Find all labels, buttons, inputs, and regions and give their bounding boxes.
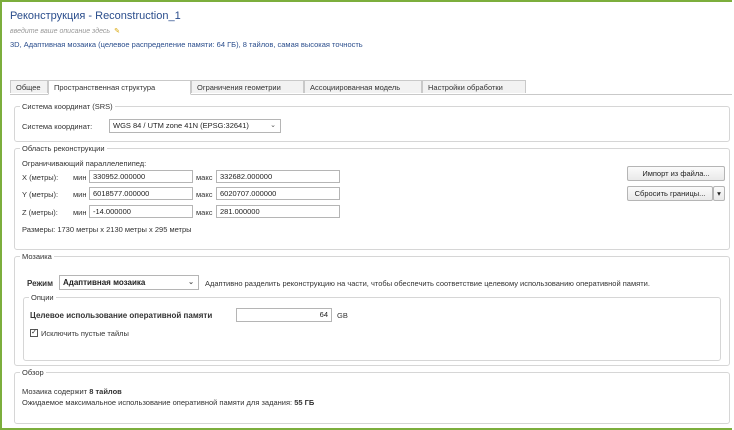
srs-group: Система координат (SRS) Система координа… [14,102,730,142]
chevron-down-icon: ⌄ [188,279,194,286]
tab-spatial-framework[interactable]: Пространственная структура [48,80,191,95]
target-memory-label: Целевое использование оперативной памяти [30,311,213,320]
srs-label: Система координат: [22,122,93,131]
x-min-input[interactable]: 330952.000000 [89,170,193,183]
y-min-input[interactable]: 6018577.000000 [89,187,193,200]
memory-value: 55 ГБ [294,398,315,407]
discard-empty-label[interactable]: Исключить пустые тайлы [41,329,129,338]
y-max-input[interactable]: 6020707.000000 [216,187,340,200]
area-group-label: Область реконструкции [20,144,107,153]
options-group-label: Опции [29,293,56,302]
tiling-group-label: Мозаика [20,252,54,261]
dimensions-text: Размеры: 1730 метры x 2130 метры x 295 м… [22,225,192,234]
z-axis-label: Z (метры): [22,208,58,217]
x-min-label: мин [73,173,87,182]
expected-memory-text: Ожидаемое максимальное использование опе… [22,398,314,407]
options-group: Опции Целевое использование оперативной … [23,293,721,361]
reset-bounds-button[interactable]: Сбросить границы... [627,186,713,201]
z-max-label: макс [196,208,213,217]
discard-empty-checkbox[interactable]: ✓ [30,329,38,337]
tiling-mode-value: Адаптивная мозаика [63,278,146,287]
z-min-label: мин [73,208,87,217]
tab-geometry-constraints[interactable]: Ограничения геометрии [191,80,304,93]
reconstruction-area-group: Область реконструкции Ограничивающий пар… [14,144,730,250]
description-field[interactable]: введите ваше описание здесь ✎ [10,27,724,35]
target-memory-input[interactable]: 64 [236,308,332,322]
srs-select[interactable]: WGS 84 / UTM zone 41N (EPSG:32641) ⌄ [109,119,281,133]
tab-bar: Общее Пространственная структура Огранич… [10,80,732,95]
tiling-mode-select[interactable]: Адаптивная мозаика ⌄ [59,275,199,290]
tiling-mode-description: Адаптивно разделить реконструкцию на час… [205,279,650,288]
mode-label: Режим [27,279,53,288]
x-axis-label: X (метры): [22,173,59,182]
reset-bounds-dropdown[interactable]: ▾ [713,186,725,201]
bbox-label: Ограничивающий параллелепипед: [22,159,147,168]
reconstruction-summary: 3D, Адаптивная мозаика (целевое распреде… [10,40,363,49]
memory-prefix: Ожидаемое максимальное использование опе… [22,398,293,407]
tab-general[interactable]: Общее [10,80,48,93]
x-max-label: макс [196,173,213,182]
overview-group: Обзор Мозаика содержит 8 тайлов Ожидаемо… [14,368,730,424]
x-max-input[interactable]: 332682.000000 [216,170,340,183]
page-title: Реконструкция - Reconstruction_1 [10,10,181,22]
description-placeholder[interactable]: введите ваше описание здесь [10,28,110,35]
header: Реконструкция - Reconstruction_1 введите… [10,10,724,49]
srs-group-label: Система координат (SRS) [20,102,115,111]
memory-unit: GB [337,311,348,320]
overview-group-label: Обзор [20,368,46,377]
window-frame: Реконструкция - Reconstruction_1 введите… [0,0,732,430]
chevron-down-icon: ⌄ [270,122,276,129]
tiles-prefix: Мозаика содержит [22,387,88,396]
y-min-label: мин [73,190,87,199]
caret-down-icon: ▾ [717,189,721,198]
tiles-count-text: Мозаика содержит 8 тайлов [22,387,122,396]
pencil-icon[interactable]: ✎ [114,28,120,35]
tab-associated-model[interactable]: Ассоциированная модель [304,80,422,93]
y-axis-label: Y (метры): [22,190,59,199]
tab-processing-settings[interactable]: Настройки обработки [422,80,526,93]
tiles-count: 8 тайлов [89,387,122,396]
z-min-input[interactable]: -14.000000 [89,205,193,218]
import-from-file-button[interactable]: Импорт из файла... [627,166,725,181]
z-max-input[interactable]: 281.000000 [216,205,340,218]
tiling-group: Мозаика Режим Адаптивная мозаика ⌄ Адапт… [14,252,730,366]
y-max-label: макс [196,190,213,199]
srs-value: WGS 84 / UTM zone 41N (EPSG:32641) [113,121,249,130]
